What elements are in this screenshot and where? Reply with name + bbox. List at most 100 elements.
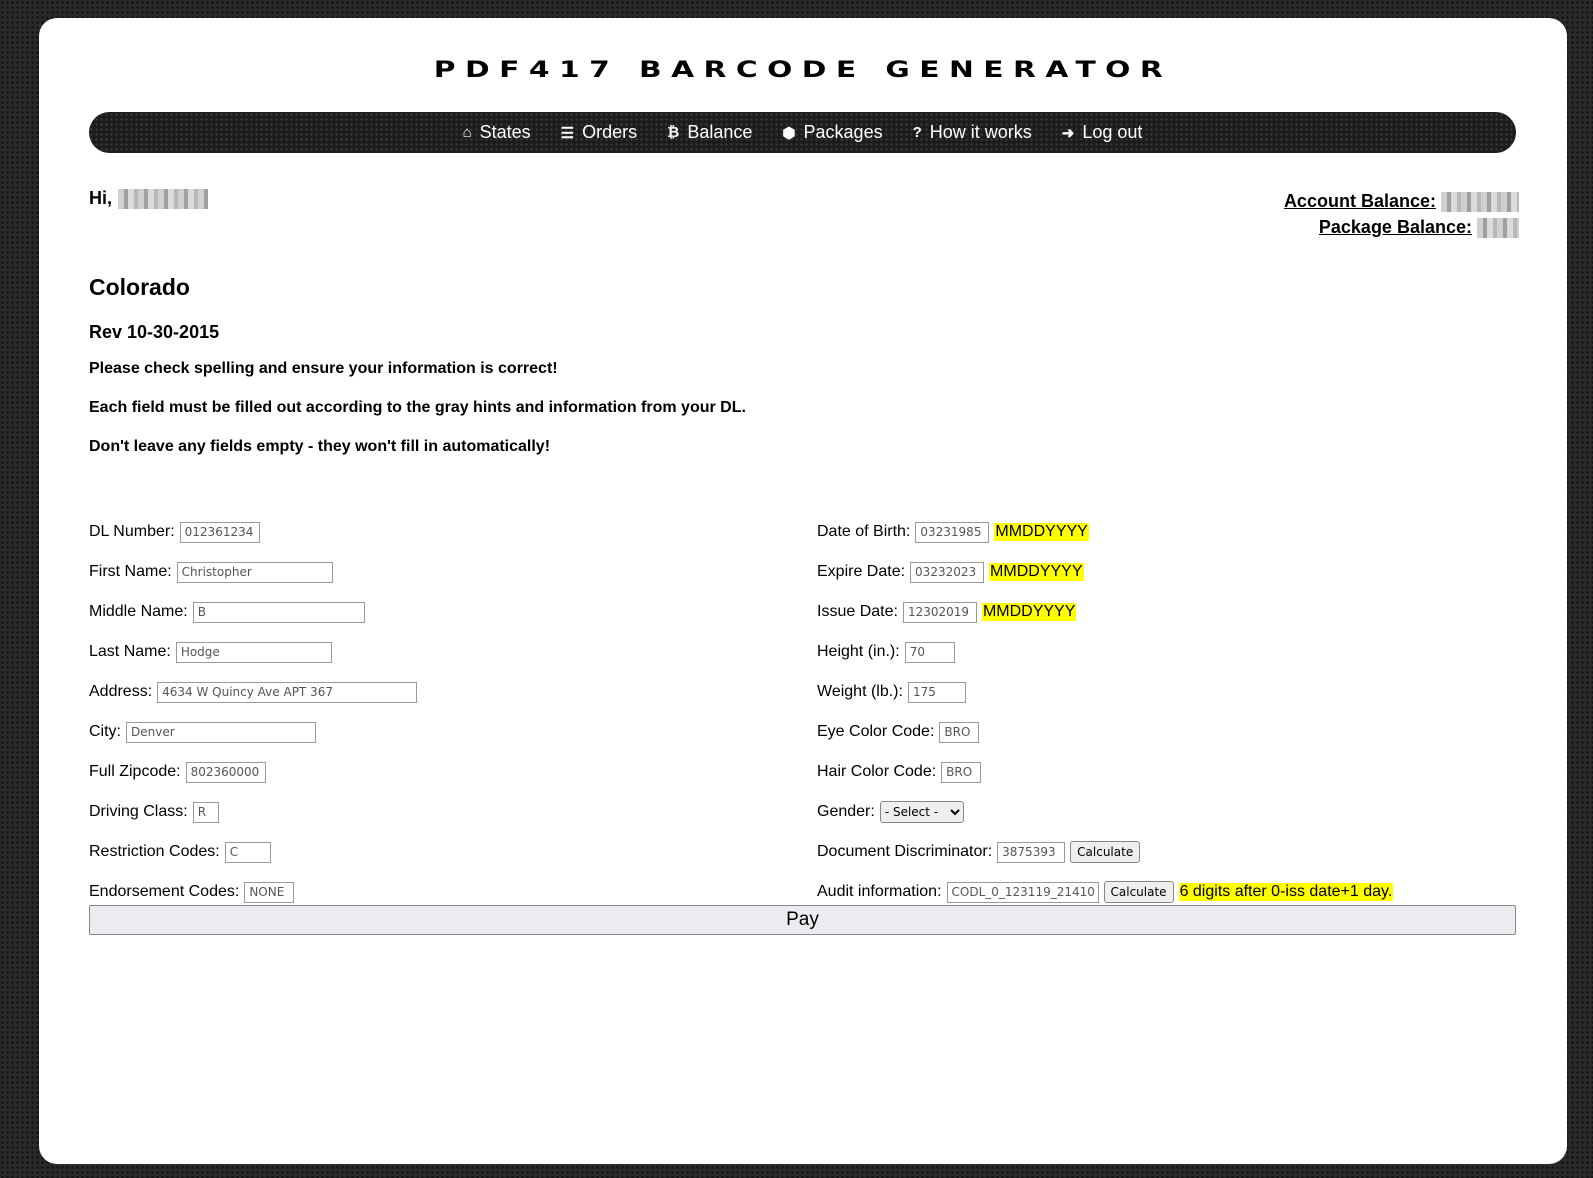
dl-number-label: DL Number:	[89, 523, 175, 540]
nav-label: Orders	[582, 122, 638, 142]
row-city: City:	[89, 712, 417, 752]
nav-packages[interactable]: ⬢ Packages	[782, 122, 882, 143]
greeting: Hi,	[89, 188, 209, 209]
gender-select[interactable]: - Select -	[879, 801, 964, 823]
row-eye: Eye Color Code:	[817, 712, 1393, 752]
state-title: Colorado	[89, 274, 190, 300]
expire-hint: MMDDYYYY	[989, 563, 1084, 581]
row-discriminator: Document Discriminator: Calculate	[817, 832, 1393, 872]
dl-number-input[interactable]	[179, 521, 260, 543]
balances: Account Balance: Package Balance:	[1284, 188, 1519, 240]
dob-hint: MMDDYYYY	[994, 523, 1089, 541]
right-column: Date of Birth: MMDDYYYY Expire Date: MMDDY…	[817, 512, 1394, 912]
middle-name-input[interactable]	[192, 601, 365, 623]
nav-log-out[interactable]: ➜ Log out	[1062, 122, 1143, 143]
gender-label: Gender:	[817, 803, 875, 820]
nav-label: Balance	[687, 122, 753, 142]
first-name-label: First Name:	[89, 563, 172, 580]
row-restriction-codes: Restriction Codes:	[89, 832, 417, 872]
row-dob: Date of Birth: MMDDYYYY	[817, 512, 1393, 552]
note-hints: Each field must be filled out according …	[89, 399, 746, 416]
note-spelling: Please check spelling and ensure your in…	[89, 360, 558, 377]
endorsement-codes-label: Endorsement Codes:	[89, 883, 240, 900]
audit-label: Audit information:	[817, 883, 942, 900]
hair-input[interactable]	[941, 761, 982, 783]
calculate-audit-button[interactable]: Calculate	[1103, 881, 1174, 903]
row-middle-name: Middle Name:	[89, 592, 417, 632]
city-input[interactable]	[126, 721, 316, 743]
height-label: Height (in.):	[817, 643, 900, 660]
row-height: Height (in.):	[817, 632, 1393, 672]
row-driving-class: Driving Class:	[89, 792, 417, 832]
site-title: PDF417 BARCODE GENERATOR	[433, 58, 1173, 83]
row-hair: Hair Color Code:	[817, 752, 1393, 792]
bitcoin-icon: ₿	[667, 124, 680, 141]
nav-bar: ⌂ States ☰ Orders ₿ Balance ⬢ Packages? How it w…	[89, 112, 1516, 153]
issue-label: Issue Date:	[817, 603, 898, 620]
zipcode-label: Full Zipcode:	[89, 763, 181, 780]
restriction-codes-input[interactable]	[224, 841, 271, 863]
greeting-text: Hi,	[89, 188, 113, 208]
middle-name-label: Middle Name:	[89, 603, 188, 620]
city-label: City:	[89, 723, 121, 740]
row-address: Address:	[89, 672, 418, 712]
redacted-username	[118, 188, 209, 209]
nav-label: How it works	[929, 122, 1032, 142]
expire-label: Expire Date:	[817, 563, 906, 580]
restriction-codes-label: Restriction Codes:	[89, 843, 220, 860]
weight-input[interactable]	[907, 681, 966, 703]
row-expire: Expire Date: MMDDYYYY	[817, 552, 1393, 592]
audit-hint: 6 digits after 0-iss date+1 day.	[1178, 883, 1394, 901]
last-name-input[interactable]	[175, 641, 332, 663]
row-dl-number: DL Number:	[89, 512, 417, 552]
nav-how-it-works[interactable]: ? How it works	[913, 122, 1032, 143]
home-icon: ⌂	[462, 124, 472, 141]
discriminator-label: Document Discriminator:	[817, 843, 993, 860]
dob-input[interactable]	[915, 521, 990, 543]
row-gender: Gender: - Select -	[817, 792, 1393, 832]
first-name-input[interactable]	[176, 561, 333, 583]
driving-class-input[interactable]	[192, 801, 219, 823]
nav-orders[interactable]: ☰ Orders	[561, 122, 637, 143]
logout-icon: ➜	[1061, 124, 1075, 142]
pay-button[interactable]: Pay	[89, 905, 1516, 935]
nav-states[interactable]: ⌂ States	[463, 122, 531, 143]
nav-label: Log out	[1082, 122, 1143, 142]
question-icon: ?	[912, 124, 922, 141]
eye-label: Eye Color Code:	[817, 723, 935, 740]
package-icon: ⬢	[782, 124, 796, 142]
nav-label: States	[479, 122, 531, 142]
nav-balance[interactable]: ₿ Balance	[667, 122, 752, 143]
note-empty: Don't leave any fields empty - they won'…	[89, 438, 551, 455]
issue-hint: MMDDYYYY	[981, 603, 1077, 621]
hair-label: Hair Color Code:	[817, 763, 937, 780]
main-card: PDF417 BARCODE GENERATOR ⌂ States ☰ Orders ₿…	[39, 18, 1567, 1164]
height-input[interactable]	[904, 641, 955, 663]
audit-input[interactable]	[946, 881, 1099, 903]
calculate-discriminator-button[interactable]: Calculate	[1070, 841, 1141, 863]
row-zipcode: Full Zipcode:	[89, 752, 417, 792]
row-issue: Issue Date: MMDDYYYY	[817, 592, 1393, 632]
eye-input[interactable]	[939, 721, 980, 743]
expire-input[interactable]	[910, 561, 985, 583]
list-icon: ☰	[560, 124, 575, 142]
package-balance-label[interactable]: Package Balance:	[1319, 217, 1472, 237]
discriminator-input[interactable]	[997, 841, 1066, 863]
address-label: Address:	[89, 683, 153, 700]
redacted-package-balance	[1477, 218, 1519, 239]
zipcode-input[interactable]	[185, 761, 266, 783]
address-input[interactable]	[157, 681, 418, 703]
row-weight: Weight (lb.):	[817, 672, 1393, 712]
account-balance-label[interactable]: Account Balance:	[1284, 191, 1436, 211]
dob-label: Date of Birth:	[817, 523, 911, 540]
endorsement-codes-input[interactable]	[244, 881, 295, 903]
issue-input[interactable]	[902, 601, 977, 623]
last-name-label: Last Name:	[89, 643, 171, 660]
nav-label: Packages	[803, 122, 883, 142]
left-column: DL Number: First Name: Middle Name: Last…	[89, 512, 418, 912]
row-first-name: First Name:	[89, 552, 417, 592]
weight-label: Weight (lb.):	[817, 683, 903, 700]
row-last-name: Last Name:	[89, 632, 417, 672]
revision: Rev 10-30-2015	[89, 322, 220, 342]
driving-class-label: Driving Class:	[89, 803, 188, 820]
